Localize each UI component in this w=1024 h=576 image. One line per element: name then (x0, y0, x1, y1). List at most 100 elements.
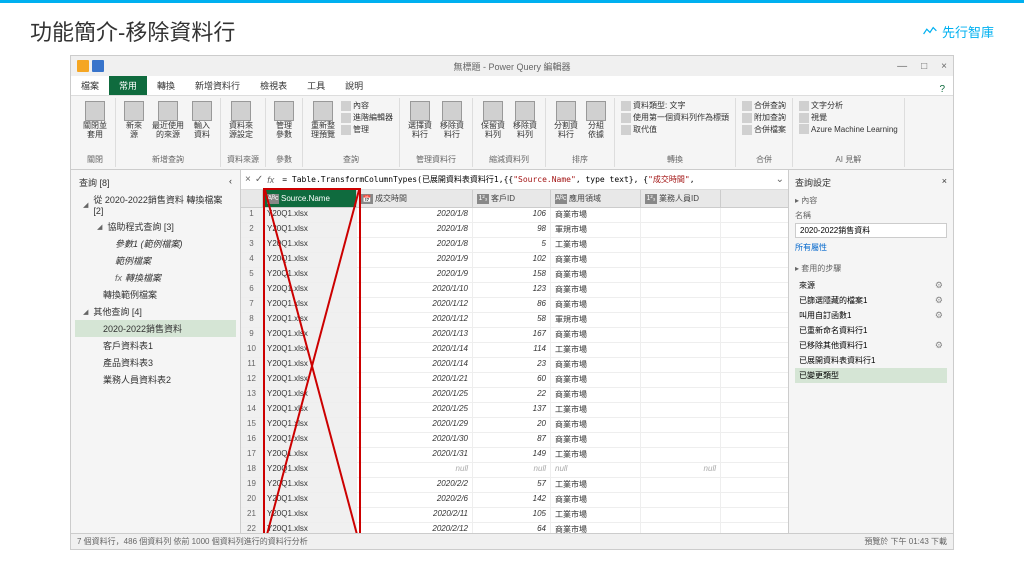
ribbon-small-8-1[interactable]: 使用第一個資料列作為標頭 (621, 112, 729, 123)
gear-icon[interactable]: ⚙ (935, 280, 943, 291)
table-row[interactable]: 21Y20Q1.xlsx2020/2/11105工業市場 (241, 508, 788, 523)
tree-item-5[interactable]: 轉換範例檔案 (75, 286, 236, 303)
step-4[interactable]: 已移除其他資料行1⚙ (795, 338, 947, 353)
tree-item-0[interactable]: 從 2020-2022銷售資料 轉換檔案 [2] (75, 191, 236, 218)
table-row[interactable]: 18Y20Q1.xlsxnullnullnullnull (241, 463, 788, 478)
ribbon-small-9-1[interactable]: 附加查詢 (742, 112, 786, 123)
close-button[interactable]: × (941, 61, 947, 72)
query-name-input[interactable] (795, 223, 947, 238)
table-row[interactable]: 5Y20Q1.xlsx2020/1/9158商業市場 (241, 268, 788, 283)
formula-input[interactable]: = Table.TransformColumnTypes(已展開資料表資料行1,… (278, 173, 771, 186)
col-header-1[interactable]: 📅成交時間 (357, 190, 473, 207)
cell (641, 523, 721, 533)
table-row[interactable]: 1Y20Q1.xlsx2020/1/8106商業市場 (241, 208, 788, 223)
ribbon-small-10-0[interactable]: 文字分析 (799, 100, 898, 111)
ribbon-btn-0-0[interactable]: 關閉並 套用 (81, 100, 109, 141)
table-row[interactable]: 7Y20Q1.xlsx2020/1/1286商業市場 (241, 298, 788, 313)
table-row[interactable]: 2Y20Q1.xlsx2020/1/898軍規市場 (241, 223, 788, 238)
ribbon-btn-6-1[interactable]: 移除資 料列 (511, 100, 539, 141)
tree-item-6[interactable]: 其他查詢 [4] (75, 303, 236, 320)
tree-item-10[interactable]: 業務人員資料表2 (75, 371, 236, 388)
tree-item-8[interactable]: 客戶資料表1 (75, 337, 236, 354)
table-row[interactable]: 10Y20Q1.xlsx2020/1/14114工業市場 (241, 343, 788, 358)
step-6[interactable]: 已變更類型 (795, 368, 947, 383)
col-header-0[interactable]: AᴮcSource.Name (263, 190, 357, 207)
table-row[interactable]: 16Y20Q1.xlsx2020/1/3087商業市場 (241, 433, 788, 448)
formula-close-icon[interactable]: × (245, 174, 251, 185)
ribbon-small-8-2[interactable]: 取代值 (621, 124, 729, 135)
menu-tab-5[interactable]: 工具 (297, 76, 335, 95)
ribbon-small-4-1[interactable]: 進階編輯器 (341, 112, 393, 123)
step-3[interactable]: 已重新命名資料行1 (795, 323, 947, 338)
settings-close-icon[interactable]: × (942, 176, 947, 189)
help-icon[interactable]: ? (939, 84, 945, 95)
menu-tab-1[interactable]: 常用 (109, 76, 147, 95)
slide-title: 功能簡介-移除資料行 (30, 15, 235, 47)
table-row[interactable]: 22Y20Q1.xlsx2020/2/1264商業市場 (241, 523, 788, 533)
ribbon-group-label: 參數 (272, 154, 296, 165)
ribbon-btn-2-0[interactable]: 資料來 源設定 (227, 100, 255, 141)
col-header-4[interactable]: 1²₃業務人員ID (641, 190, 721, 207)
gear-icon[interactable]: ⚙ (935, 295, 943, 306)
collapse-icon[interactable]: ‹ (229, 176, 232, 189)
ribbon-btn-1-2[interactable]: 輸入 資料 (190, 100, 214, 141)
tree-item-7[interactable]: 2020-2022銷售資料 (75, 320, 236, 337)
table-row[interactable]: 11Y20Q1.xlsx2020/1/1423商業市場 (241, 358, 788, 373)
table-row[interactable]: 4Y20Q1.xlsx2020/1/9102商業市場 (241, 253, 788, 268)
table-row[interactable]: 15Y20Q1.xlsx2020/1/2920商業市場 (241, 418, 788, 433)
ribbon-btn-4-0[interactable]: 重新整 理預覽 (309, 100, 337, 141)
menu-tab-0[interactable]: 檔案 (71, 76, 109, 95)
table-row[interactable]: 17Y20Q1.xlsx2020/1/31149工業市場 (241, 448, 788, 463)
small-icon (799, 124, 809, 134)
ribbon-small-4-2[interactable]: 管理 (341, 124, 393, 135)
table-row[interactable]: 8Y20Q1.xlsx2020/1/1258軍規市場 (241, 313, 788, 328)
menu-tab-4[interactable]: 檢視表 (250, 76, 297, 95)
table-row[interactable]: 14Y20Q1.xlsx2020/1/25137工業市場 (241, 403, 788, 418)
ribbon-btn-1-1[interactable]: 最近使用 的來源 (150, 100, 186, 141)
ribbon-btn-5-1[interactable]: 移除資 料行 (438, 100, 466, 141)
ribbon-small-10-2[interactable]: Azure Machine Learning (799, 124, 898, 134)
minimize-button[interactable]: — (897, 61, 907, 72)
ribbon-btn-3-0[interactable]: 管理 參數 (272, 100, 296, 141)
ribbon-small-4-0[interactable]: 內容 (341, 100, 393, 111)
ribbon-small-10-1[interactable]: 視覺 (799, 112, 898, 123)
table-row[interactable]: 6Y20Q1.xlsx2020/1/10123商業市場 (241, 283, 788, 298)
ribbon-btn-7-1[interactable]: 分組 依據 (584, 100, 608, 141)
ribbon-btn-5-0[interactable]: 選擇資 料行 (406, 100, 434, 141)
ribbon-btn-1-0[interactable]: 新來 源 (122, 100, 146, 141)
maximize-button[interactable]: □ (921, 61, 927, 72)
menu-tab-6[interactable]: 說明 (335, 76, 373, 95)
cell: 137 (473, 403, 551, 417)
grid-body[interactable]: 1Y20Q1.xlsx2020/1/8106商業市場2Y20Q1.xlsx202… (241, 208, 788, 533)
ribbon-small-9-0[interactable]: 合併查詢 (742, 100, 786, 111)
menu-tab-3[interactable]: 新增資料行 (185, 76, 250, 95)
table-row[interactable]: 13Y20Q1.xlsx2020/1/2522商業市場 (241, 388, 788, 403)
step-5[interactable]: 已展開資料表資料行1 (795, 353, 947, 368)
tree-item-9[interactable]: 產品資料表3 (75, 354, 236, 371)
gear-icon[interactable]: ⚙ (935, 340, 943, 351)
col-header-3[interactable]: Aᴮc應用領域 (551, 190, 641, 207)
table-row[interactable]: 20Y20Q1.xlsx2020/2/6142商業市場 (241, 493, 788, 508)
save-icon[interactable] (92, 60, 104, 72)
formula-expand-icon[interactable]: ⌄ (776, 174, 784, 185)
formula-check-icon[interactable]: ✓ (255, 174, 263, 185)
step-2[interactable]: 叫用自訂函數1⚙ (795, 308, 947, 323)
col-header-2[interactable]: 1²₃客戶ID (473, 190, 551, 207)
ribbon-small-9-2[interactable]: 合併檔案 (742, 124, 786, 135)
table-row[interactable]: 19Y20Q1.xlsx2020/2/257工業市場 (241, 478, 788, 493)
tree-item-2[interactable]: 參數1 (範例檔案) (75, 235, 236, 252)
gear-icon[interactable]: ⚙ (935, 310, 943, 321)
ribbon-btn-6-0[interactable]: 保留資 料列 (479, 100, 507, 141)
table-row[interactable]: 3Y20Q1.xlsx2020/1/85工業市場 (241, 238, 788, 253)
step-0[interactable]: 來源⚙ (795, 278, 947, 293)
tree-item-4[interactable]: fx轉換檔案 (75, 269, 236, 286)
table-row[interactable]: 9Y20Q1.xlsx2020/1/13167商業市場 (241, 328, 788, 343)
all-properties-link[interactable]: 所有屬性 (795, 242, 947, 253)
menu-tab-2[interactable]: 轉換 (147, 76, 185, 95)
tree-item-1[interactable]: 協助程式查詢 [3] (75, 218, 236, 235)
table-row[interactable]: 12Y20Q1.xlsx2020/1/2160商業市場 (241, 373, 788, 388)
tree-item-3[interactable]: 範例檔案 (75, 252, 236, 269)
ribbon-btn-7-0[interactable]: 分割資 料行 (552, 100, 580, 141)
ribbon-small-8-0[interactable]: 資料類型: 文字 (621, 100, 729, 111)
step-1[interactable]: 已篩選隱藏的檔案1⚙ (795, 293, 947, 308)
